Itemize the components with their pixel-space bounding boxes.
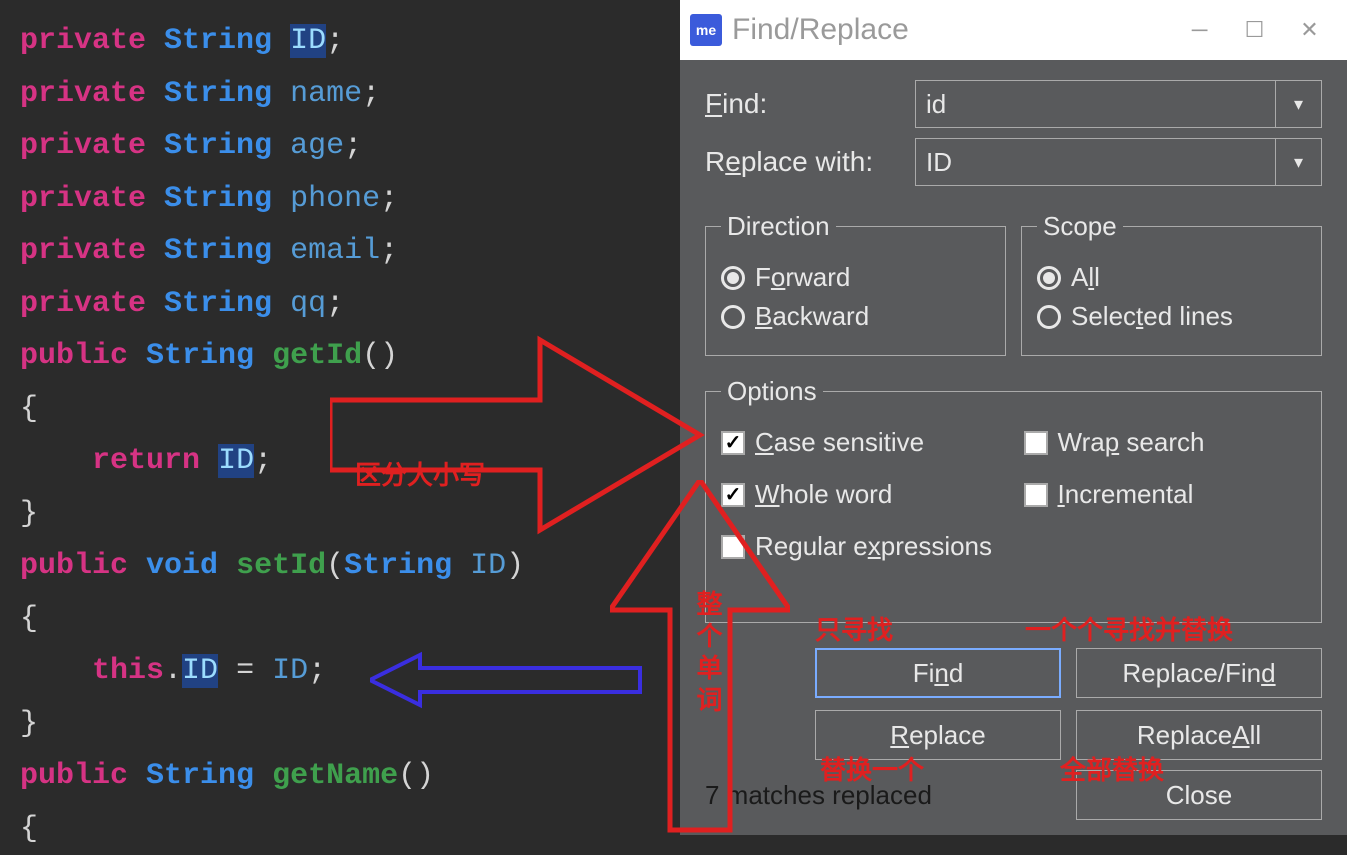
checkbox-case-sensitive[interactable]: ✓ Case sensitive [721, 427, 1004, 458]
radio-all[interactable]: All [1037, 262, 1306, 293]
checkbox-wrap-search[interactable]: Wrap search [1024, 427, 1307, 458]
replace-input[interactable] [916, 147, 1275, 178]
close-window-button[interactable]: ✕ [1282, 10, 1337, 50]
replace-all-button[interactable]: Replace All [1076, 710, 1322, 760]
case-sensitive-label: Case sensitive [755, 427, 924, 458]
replace-combo[interactable]: ▾ [915, 138, 1322, 186]
dialog-body: Find: ▾ Replace with: ▾ Direction Forwar… [680, 60, 1347, 835]
options-group: Options ✓ Case sensitive Wrap search ✓ W… [705, 376, 1322, 623]
checkbox-icon [1024, 431, 1048, 455]
options-legend: Options [721, 376, 823, 407]
radio-selected-lines[interactable]: Selected lines [1037, 301, 1306, 332]
radio-selected-lines-label: Selected lines [1071, 301, 1233, 332]
radio-all-label: All [1071, 262, 1100, 293]
incremental-label: Incremental [1058, 479, 1194, 510]
find-input[interactable] [916, 89, 1275, 120]
find-label: Find: [705, 88, 905, 120]
regex-label: Regular expressions [755, 531, 992, 562]
find-combo[interactable]: ▾ [915, 80, 1322, 128]
radio-backward-label: Backward [755, 301, 869, 332]
radio-icon [721, 266, 745, 290]
find-replace-dialog: me Find/Replace ─ ☐ ✕ Find: ▾ Replace wi… [680, 0, 1347, 835]
code-editor[interactable]: private String ID; private String name; … [0, 0, 680, 835]
checkbox-regex[interactable]: Regular expressions [721, 531, 1306, 562]
radio-icon [721, 305, 745, 329]
checkbox-icon: ✓ [721, 431, 745, 455]
replace-button[interactable]: Replace [815, 710, 1061, 760]
maximize-button[interactable]: ☐ [1227, 10, 1282, 50]
whole-word-label: Whole word [755, 479, 892, 510]
radio-forward-label: Forward [755, 262, 850, 293]
app-icon: me [690, 14, 722, 46]
status-text: 7 matches replaced [705, 780, 1061, 811]
checkbox-icon [721, 535, 745, 559]
checkbox-incremental[interactable]: Incremental [1024, 479, 1307, 510]
scope-group: Scope All Selected lines [1021, 211, 1322, 356]
checkbox-icon: ✓ [721, 483, 745, 507]
titlebar: me Find/Replace ─ ☐ ✕ [680, 0, 1347, 60]
checkbox-icon [1024, 483, 1048, 507]
chevron-down-icon[interactable]: ▾ [1275, 139, 1321, 185]
radio-icon [1037, 266, 1061, 290]
radio-backward[interactable]: Backward [721, 301, 990, 332]
direction-group: Direction Forward Backward [705, 211, 1006, 356]
radio-icon [1037, 305, 1061, 329]
chevron-down-icon[interactable]: ▾ [1275, 81, 1321, 127]
minimize-button[interactable]: ─ [1172, 10, 1227, 50]
radio-forward[interactable]: Forward [721, 262, 990, 293]
replace-find-button[interactable]: Replace/Find [1076, 648, 1322, 698]
close-button[interactable]: Close [1076, 770, 1322, 820]
scope-legend: Scope [1037, 211, 1123, 242]
dialog-title: Find/Replace [732, 13, 1172, 47]
checkbox-whole-word[interactable]: ✓ Whole word [721, 479, 1004, 510]
find-button[interactable]: Find [815, 648, 1061, 698]
replace-label: Replace with: [705, 146, 905, 178]
direction-legend: Direction [721, 211, 836, 242]
wrap-search-label: Wrap search [1058, 427, 1205, 458]
